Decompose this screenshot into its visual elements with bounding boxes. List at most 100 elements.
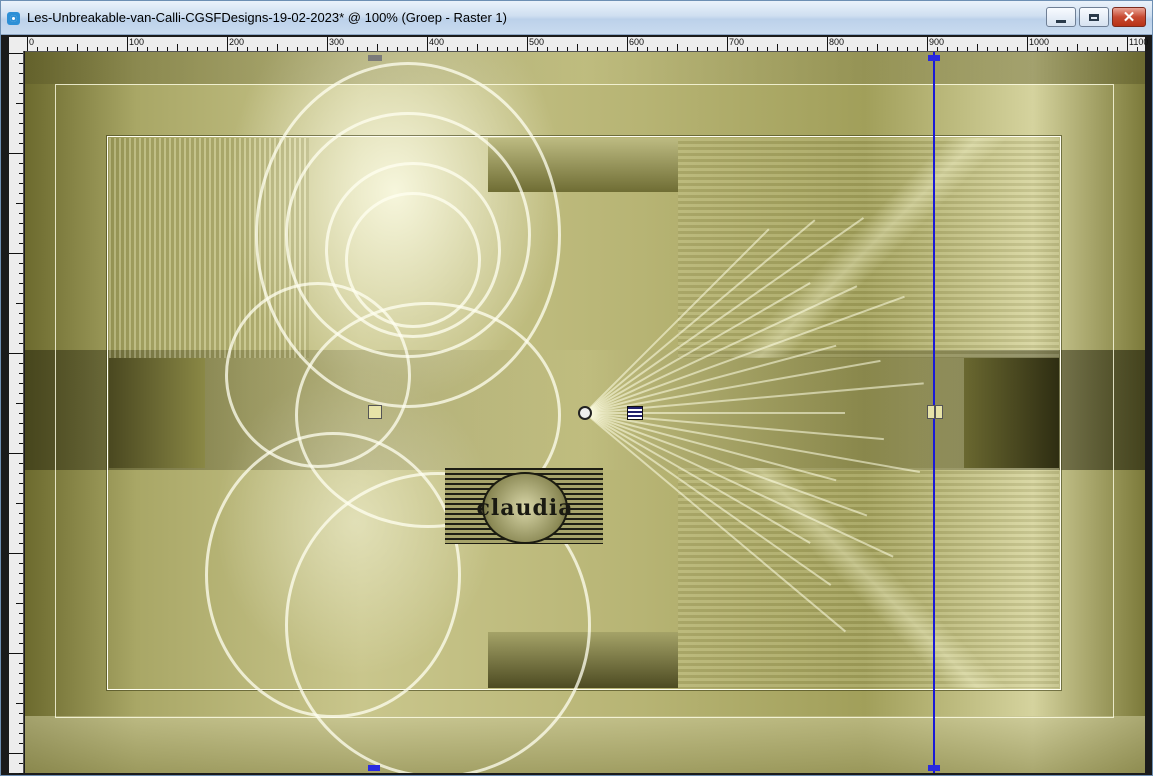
- ruler-tick: [127, 37, 128, 51]
- app-icon[interactable]: [7, 12, 20, 25]
- guide-marker-top[interactable]: [928, 55, 940, 61]
- ruler-tick: [827, 37, 828, 51]
- watermark-disc: claudia: [477, 472, 573, 544]
- ruler-tick: [19, 743, 23, 744]
- ruler-tick: [347, 47, 348, 51]
- ruler-tick: [19, 293, 23, 294]
- ruler-tick: [19, 693, 23, 694]
- left-middle-panel: [109, 358, 205, 468]
- ruler-tick: [19, 213, 23, 214]
- ruler-tick: [997, 47, 998, 51]
- close-button[interactable]: ✕: [1112, 7, 1146, 27]
- ruler-tick: [19, 513, 23, 514]
- ruler-tick: [9, 253, 23, 254]
- ruler-tick: [237, 47, 238, 51]
- light-ray: [585, 412, 845, 414]
- ruler-tick: [747, 47, 748, 51]
- ruler-tick: [1127, 37, 1128, 51]
- title-bar[interactable]: Les-Unbreakable-van-Calli-CGSFDesigns-19…: [1, 1, 1152, 35]
- ruler-label: 700: [729, 37, 745, 47]
- ruler-tick: [19, 463, 23, 464]
- ruler-tick: [217, 47, 218, 51]
- ruler-tick: [1057, 47, 1058, 51]
- ruler-tick: [19, 273, 23, 274]
- ruler-tick: [77, 44, 78, 51]
- ruler-tick: [647, 47, 648, 51]
- guide-marker-bottom-left[interactable]: [368, 765, 380, 771]
- ruler-tick: [97, 47, 98, 51]
- ruler-tick: [507, 47, 508, 51]
- ruler-tick: [9, 353, 23, 354]
- ruler-tick: [16, 103, 23, 104]
- ruler-tick: [807, 47, 808, 51]
- ruler-tick: [897, 47, 898, 51]
- ruler-tick: [19, 623, 23, 624]
- ruler-tick: [19, 113, 23, 114]
- selection-node-right-b[interactable]: [935, 405, 943, 419]
- minimize-icon: [1056, 19, 1066, 23]
- ruler-tick: [19, 663, 23, 664]
- ruler-tick: [287, 47, 288, 51]
- ruler-tick: [19, 613, 23, 614]
- ruler-tick: [19, 123, 23, 124]
- selection-node-left[interactable]: [368, 405, 382, 419]
- ruler-tick: [19, 523, 23, 524]
- guide-marker-bottom[interactable]: [928, 765, 940, 771]
- minimize-button[interactable]: [1046, 7, 1076, 27]
- ruler-tick: [19, 563, 23, 564]
- ruler-label: 100: [129, 37, 145, 47]
- ruler-tick: [167, 47, 168, 51]
- ruler-label: 900: [929, 37, 945, 47]
- ruler-tick: [19, 643, 23, 644]
- vertical-ruler[interactable]: [9, 51, 24, 774]
- ruler-tick: [19, 223, 23, 224]
- ruler-label: 400: [429, 37, 445, 47]
- ruler-tick: [817, 47, 818, 51]
- ruler-tick: [797, 47, 798, 51]
- watermark-stamp: claudia: [445, 468, 603, 544]
- ruler-tick: [19, 183, 23, 184]
- ruler-tick: [597, 47, 598, 51]
- bottom-band: [25, 716, 1145, 773]
- ruler-tick: [9, 453, 23, 454]
- ruler-tick: [927, 37, 928, 51]
- ruler-tick: [19, 393, 23, 394]
- maximize-icon: [1089, 13, 1099, 21]
- ruler-tick: [527, 37, 528, 51]
- ruler-label: 0: [29, 37, 35, 47]
- horizontal-ruler[interactable]: 0 100 200 300 400 500 600 700 800 900 1000 1100: [25, 37, 1148, 52]
- ruler-tick: [19, 423, 23, 424]
- image-canvas[interactable]: claudia: [25, 52, 1145, 773]
- ruler-tick: [16, 503, 23, 504]
- ruler-tick: [19, 343, 23, 344]
- ruler-tick: [417, 47, 418, 51]
- ruler-tick: [967, 47, 968, 51]
- ruler-tick: [9, 653, 23, 654]
- ruler-tick: [107, 47, 108, 51]
- ruler-tick: [147, 47, 148, 51]
- ruler-tick: [857, 47, 858, 51]
- ruler-tick: [19, 243, 23, 244]
- ruler-tick: [737, 47, 738, 51]
- guide-marker-gray[interactable]: [368, 55, 382, 61]
- right-middle-panel: [964, 358, 1059, 468]
- ruler-tick: [757, 47, 758, 51]
- ruler-tick: [1007, 47, 1008, 51]
- ruler-tick: [16, 303, 23, 304]
- ruler-tick: [837, 47, 838, 51]
- align-handle-icon[interactable]: [627, 406, 643, 420]
- ruler-tick: [19, 733, 23, 734]
- ruler-tick: [67, 47, 68, 51]
- ruler-tick: [1037, 47, 1038, 51]
- ruler-tick: [717, 47, 718, 51]
- ruler-tick: [307, 47, 308, 51]
- ruler-tick: [1017, 47, 1018, 51]
- ruler-tick: [937, 47, 938, 51]
- ruler-tick: [19, 263, 23, 264]
- selection-node-right-a[interactable]: [927, 405, 935, 419]
- image-window: Les-Unbreakable-van-Calli-CGSFDesigns-19…: [0, 0, 1153, 776]
- ruler-tick: [19, 713, 23, 714]
- ruler-tick: [247, 47, 248, 51]
- maximize-button[interactable]: [1079, 7, 1109, 27]
- ruler-tick: [537, 47, 538, 51]
